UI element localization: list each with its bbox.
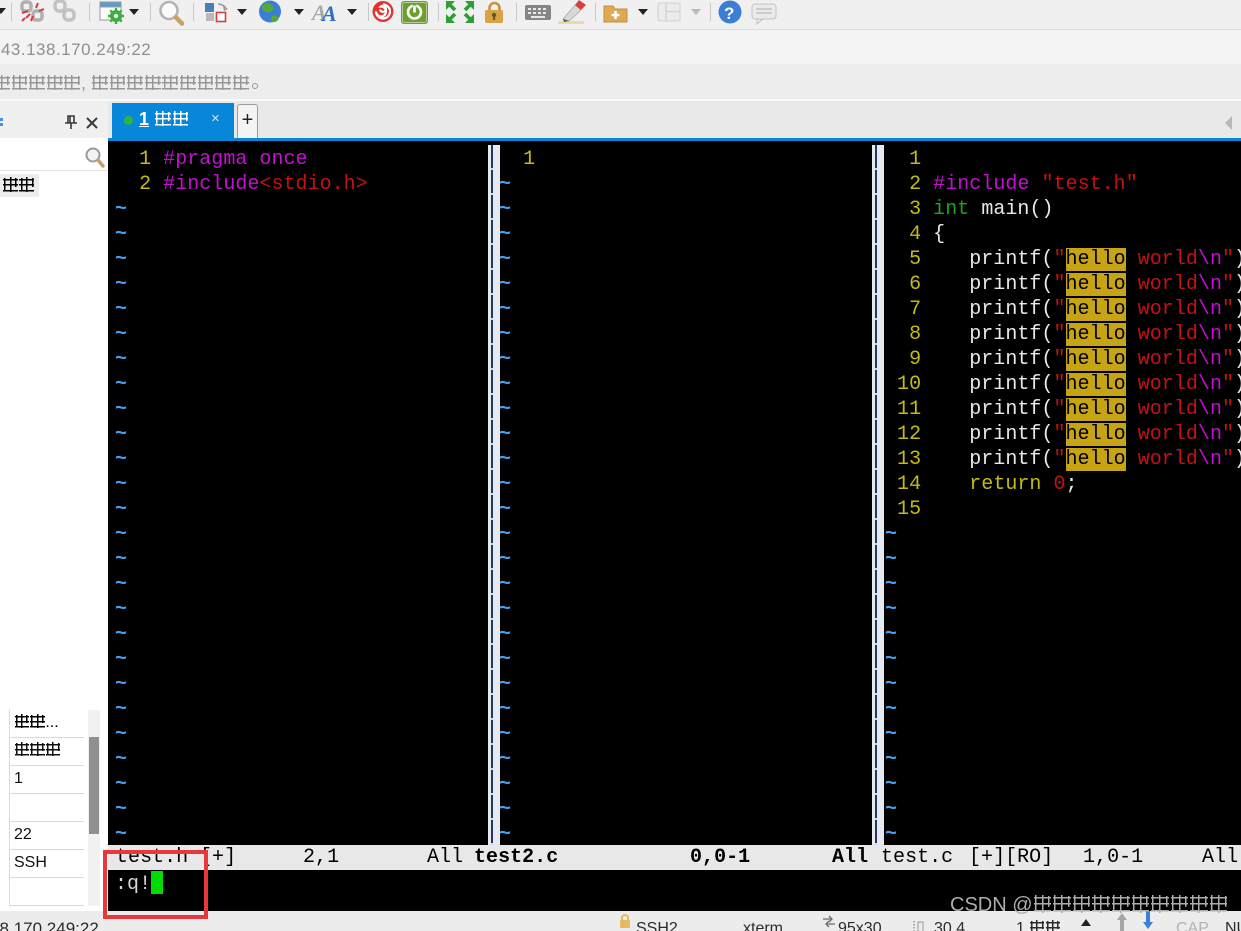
svg-text:A: A bbox=[320, 1, 337, 26]
svg-text:?: ? bbox=[724, 4, 734, 23]
